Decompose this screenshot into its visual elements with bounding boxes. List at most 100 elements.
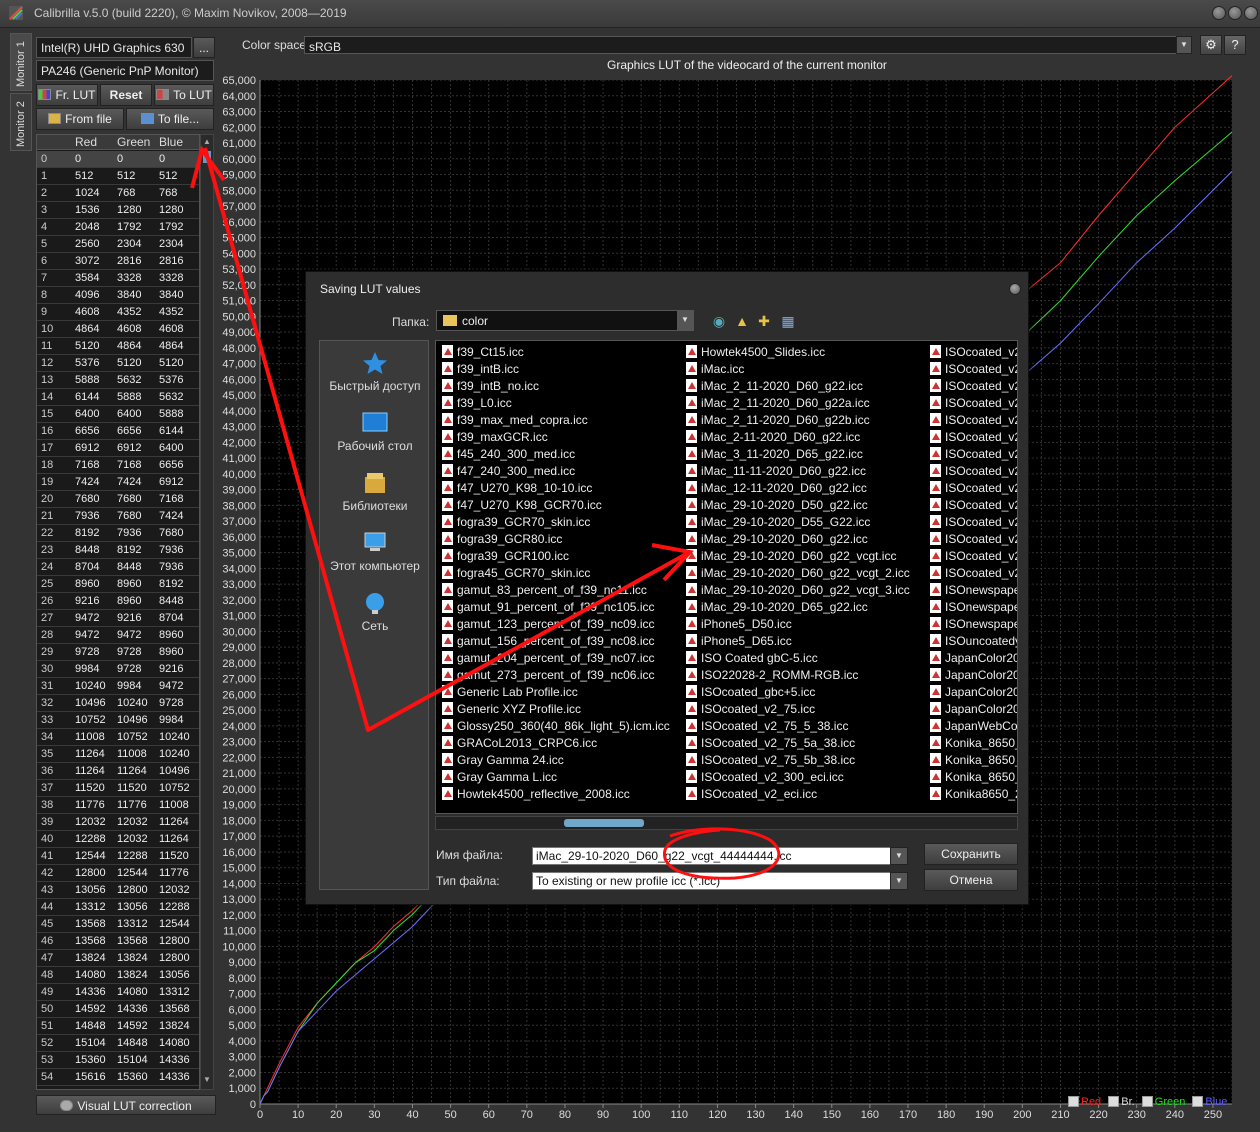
up-folder-icon[interactable]: ▲ (734, 313, 750, 329)
list-item[interactable]: f39_maxGCR.icc (442, 430, 670, 447)
chevron-down-icon[interactable]: ▼ (677, 311, 693, 330)
list-item[interactable]: iMac_29-10-2020_D60_g22.icc (686, 532, 910, 549)
list-item[interactable]: gamut_204_percent_of_f39_nc07.icc (442, 651, 670, 668)
new-folder-icon[interactable]: ✚ (756, 313, 772, 329)
table-row[interactable]: 18 7168 7168 6656 (37, 457, 199, 474)
list-item[interactable]: Konika_8650_ (930, 736, 1017, 753)
list-item[interactable]: ISOcoated_v2_300_eci.icc (686, 770, 910, 787)
tab-monitor-2[interactable]: Monitor 2 (10, 93, 32, 151)
table-row[interactable]: 50 14592 14336 13568 (37, 1001, 199, 1018)
list-item[interactable]: ISOcoated_v2 (930, 481, 1017, 498)
list-item[interactable]: iMac_29-10-2020_D50_g22.icc (686, 498, 910, 515)
table-row[interactable]: 10 4864 4608 4608 (37, 321, 199, 338)
list-item[interactable]: Generic Lab Profile.icc (442, 685, 670, 702)
table-row[interactable]: 34 11008 10752 10240 (37, 729, 199, 746)
list-item[interactable]: iMac_29-10-2020_D65_g22.icc (686, 600, 910, 617)
list-item[interactable]: fogra39_GCR100.icc (442, 549, 670, 566)
list-item[interactable]: gamut_83_percent_of_f39_nc11.icc (442, 583, 670, 600)
list-item[interactable]: fogra45_GCR70_skin.icc (442, 566, 670, 583)
list-item[interactable]: Howtek4500_reflective_2008.icc (442, 787, 670, 804)
table-row[interactable]: 4 2048 1792 1792 (37, 219, 199, 236)
place-this-pc[interactable]: Этот компьютер (320, 531, 430, 573)
table-row[interactable]: 19 7424 7424 6912 (37, 474, 199, 491)
scroll-thumb[interactable] (203, 151, 211, 163)
dialog-close-icon[interactable] (1009, 283, 1021, 295)
table-row[interactable]: 44 13312 13056 12288 (37, 899, 199, 916)
table-row[interactable]: 45 13568 13312 12544 (37, 916, 199, 933)
list-item[interactable]: ISO Coated gbC-5.icc (686, 651, 910, 668)
list-item[interactable]: Generic XYZ Profile.icc (442, 702, 670, 719)
list-item[interactable]: ISOcoated_v2 (930, 464, 1017, 481)
table-row[interactable]: 11 5120 4864 4864 (37, 338, 199, 355)
list-item[interactable]: ISOcoated_v2 (930, 345, 1017, 362)
list-item[interactable]: ISOcoated_v2 (930, 566, 1017, 583)
list-item[interactable]: JapanColor20 (930, 651, 1017, 668)
list-item[interactable]: iMac_2_11-2020_D60_g22a.icc (686, 396, 910, 413)
table-row[interactable]: 38 11776 11776 11008 (37, 797, 199, 814)
list-item[interactable]: JapanWebCoa (930, 719, 1017, 736)
visual-lut-correction-button[interactable]: Visual LUT correction (36, 1095, 216, 1115)
list-item[interactable]: ISOcoated_v2 (930, 515, 1017, 532)
checkbox-brightness[interactable] (1108, 1096, 1120, 1107)
table-row[interactable]: 46 13568 13568 12800 (37, 933, 199, 950)
list-item[interactable]: gamut_91_percent_of_f39_nc105.icc (442, 600, 670, 617)
view-menu-icon[interactable]: ▦ (780, 313, 796, 329)
gpu-field[interactable]: Intel(R) UHD Graphics 630 (36, 37, 192, 58)
list-item[interactable]: ISOuncoatedy (930, 634, 1017, 651)
table-row[interactable]: 22 8192 7936 7680 (37, 525, 199, 542)
list-item[interactable]: Howtek4500_Slides.icc (686, 345, 910, 362)
to-lut-button[interactable]: To LUT (154, 84, 214, 106)
from-file-button[interactable]: From file (36, 108, 124, 130)
table-row[interactable]: 54 15616 15360 14336 (37, 1069, 199, 1086)
list-item[interactable]: f47_U270_K98_GCR70.icc (442, 498, 670, 515)
reset-button[interactable]: Reset (100, 84, 152, 106)
fr-lut-button[interactable]: Fr. LUT (36, 84, 98, 106)
monitor-field[interactable]: PA246 (Generic PnP Monitor) (36, 60, 214, 81)
list-item[interactable]: f39_intB_no.icc (442, 379, 670, 396)
list-item[interactable]: f45_240_300_med.icc (442, 447, 670, 464)
list-item[interactable]: ISOnewspaper (930, 617, 1017, 634)
list-item[interactable]: ISOcoated_v2_75_5a_38.icc (686, 736, 910, 753)
list-item[interactable]: fogra39_GCR70_skin.icc (442, 515, 670, 532)
list-item[interactable]: gamut_156_percent_of_f39_nc08.icc (442, 634, 670, 651)
table-row[interactable]: 2 1024 768 768 (37, 185, 199, 202)
list-item[interactable]: ISOcoated_v2_75_5b_38.icc (686, 753, 910, 770)
table-row[interactable]: 33 10752 10496 9984 (37, 712, 199, 729)
table-row[interactable]: 12 5376 5120 5120 (37, 355, 199, 372)
table-row[interactable]: 53 15360 15104 14336 (37, 1052, 199, 1069)
table-row[interactable]: 43 13056 12800 12032 (37, 882, 199, 899)
table-row[interactable]: 27 9472 9216 8704 (37, 610, 199, 627)
table-row[interactable]: 15 6400 6400 5888 (37, 406, 199, 423)
list-item[interactable]: gamut_123_percent_of_f39_nc09.icc (442, 617, 670, 634)
table-row[interactable]: 30 9984 9728 9216 (37, 661, 199, 678)
list-item[interactable]: f47_U270_K98_10-10.icc (442, 481, 670, 498)
table-row[interactable]: 36 11264 11264 10496 (37, 763, 199, 780)
list-item[interactable]: ISO22028-2_ROMM-RGB.icc (686, 668, 910, 685)
list-item[interactable]: ISOcoated_v2 (930, 379, 1017, 396)
list-item[interactable]: ISOcoated_v2_75.icc (686, 702, 910, 719)
settings-gear-icon[interactable]: ⚙ (1200, 35, 1222, 55)
list-item[interactable]: gamut_273_percent_of_f39_nc06.icc (442, 668, 670, 685)
table-row[interactable]: 21 7936 7680 7424 (37, 508, 199, 525)
table-row[interactable]: 17 6912 6912 6400 (37, 440, 199, 457)
table-row[interactable]: 48 14080 13824 13056 (37, 967, 199, 984)
cancel-button[interactable]: Отмена (924, 869, 1018, 891)
maximize-icon[interactable] (1228, 6, 1242, 20)
list-item[interactable]: ISOcoated_v2 (930, 549, 1017, 566)
lut-scrollbar[interactable]: ▲ ▼ (200, 134, 214, 1090)
table-row[interactable]: 0 0 0 0 (37, 151, 199, 168)
table-row[interactable]: 20 7680 7680 7168 (37, 491, 199, 508)
list-item[interactable]: f47_240_300_med.icc (442, 464, 670, 481)
list-item[interactable]: JapanColor20 (930, 685, 1017, 702)
back-icon[interactable]: ◉ (711, 313, 727, 329)
folder-select[interactable]: color ▼ (436, 310, 694, 331)
table-row[interactable]: 37 11520 11520 10752 (37, 780, 199, 797)
table-row[interactable]: 29 9728 9728 8960 (37, 644, 199, 661)
place-libraries[interactable]: Библиотеки (320, 471, 430, 513)
list-item[interactable]: ISOcoated_v2_eci.icc (686, 787, 910, 804)
table-row[interactable]: 3 1536 1280 1280 (37, 202, 199, 219)
list-item[interactable]: ISOnewspaper (930, 583, 1017, 600)
list-item[interactable]: iMac_29-10-2020_D60_g22_vcgt_2.icc (686, 566, 910, 583)
chevron-down-icon[interactable]: ▼ (1176, 36, 1192, 54)
list-item[interactable]: iMac.icc (686, 362, 910, 379)
